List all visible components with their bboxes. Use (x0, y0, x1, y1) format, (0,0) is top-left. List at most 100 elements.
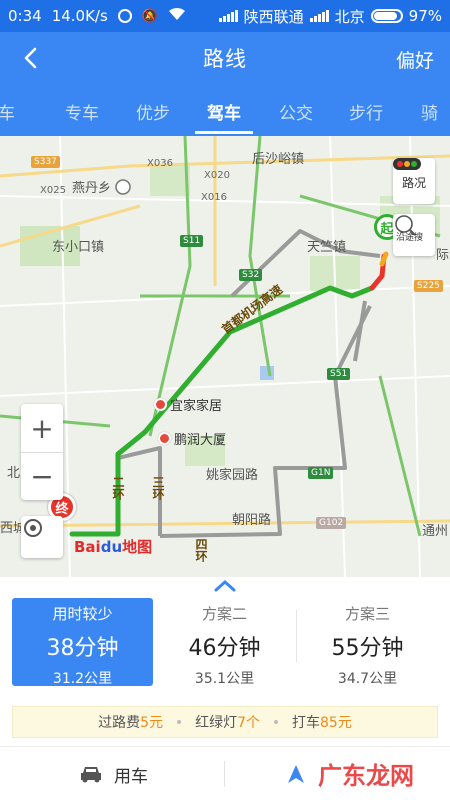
logo-bai: Bai (74, 538, 101, 556)
map-label-bei: 北 (7, 466, 21, 481)
active-tab-indicator (195, 131, 253, 134)
zoom-control: + − (21, 404, 63, 500)
logo-du: du (100, 538, 123, 556)
separator-dot (274, 720, 278, 724)
plan-2-title: 方案二 (201, 605, 247, 623)
traffic-light-icon (393, 158, 421, 170)
bottom-divider (224, 761, 225, 787)
map-label-ring2: 二环 (111, 476, 125, 500)
chevron-up-icon[interactable] (214, 580, 236, 592)
status-time: 0:34 (8, 7, 42, 25)
plan-card-1[interactable]: 用时较少 38分钟 31.2公里 (12, 598, 153, 687)
shield-s11: S11 (180, 235, 204, 247)
shield-g102: G102 (316, 517, 347, 529)
watermark-text: 广东龙网 (318, 762, 414, 790)
logo-map: 地图 (122, 538, 153, 556)
tab-uber[interactable]: 优步 (136, 99, 170, 124)
shield-x025: X025 (40, 185, 66, 196)
traffic-label: 路况 (401, 175, 426, 190)
page-title: 路线 (203, 47, 247, 71)
header-bar: 路线 偏好 (0, 32, 450, 84)
poi-pengrun-label: 鹏润大厦 (174, 433, 227, 448)
toll-info: 过路费5元 (98, 712, 163, 732)
plan-2-time: 46分钟 (188, 636, 261, 661)
baidu-logo: Baidu地图 (74, 536, 152, 557)
plan-1-title: 用时较少 (52, 605, 113, 623)
car-service-button[interactable]: 用车 (80, 747, 148, 800)
plan-3-title: 方案三 (344, 605, 390, 623)
map-label-ring4: 四环 (194, 538, 208, 562)
taxi-info: 打车85元 (292, 712, 352, 732)
tab-transit[interactable]: 公交 (279, 99, 313, 124)
plan-3-distance: 34.7公里 (337, 671, 398, 687)
tab-bike[interactable]: 骑 (421, 99, 438, 124)
search-along-label: 沿途搜 (396, 233, 424, 243)
end-label: 终 (55, 501, 69, 517)
navigate-arrow-icon (288, 765, 304, 783)
transport-tabs: 车 专车 优步 驾车 公交 步行 骑 (0, 84, 450, 136)
battery-level: 97% (408, 7, 442, 25)
zoom-out-button[interactable]: − (21, 452, 63, 500)
lights-label: 红绿灯 (195, 715, 238, 731)
carrier-2: 北京 (334, 7, 365, 26)
map-label-houshayu: 后沙峪镇 (252, 152, 305, 167)
plan-card-3[interactable]: 方案三 55分钟 34.7公里 (297, 598, 438, 687)
shield-s51: S51 (327, 368, 351, 380)
shield-x016: X016 (201, 192, 227, 203)
signal-icon-2 (309, 10, 329, 22)
status-speed: 14.0K/s (51, 7, 108, 25)
toll-label: 过路费 (98, 715, 141, 731)
toll-value: 5元 (140, 715, 164, 731)
plan-2-distance: 35.1公里 (194, 671, 255, 687)
wifi-icon (168, 7, 186, 25)
plan-1-time: 38分钟 (46, 636, 119, 661)
map-label-yandanxiang: 燕丹乡 (72, 181, 112, 196)
status-bar: 0:34 14.0K/s 🔕 陕西联通 北京 97% (0, 0, 450, 32)
poi-ikea[interactable]: 宜家家居 (154, 395, 222, 414)
start-label: 起 (380, 221, 394, 237)
map-label-ji: 际 (436, 248, 450, 263)
carrier-1: 陕西联通 (243, 7, 304, 26)
tab-premier[interactable]: 专车 (65, 99, 99, 124)
search-along-button[interactable]: 沿途搜 (393, 214, 435, 256)
lights-value: 7个 (237, 715, 260, 731)
taxi-value: 85元 (320, 715, 352, 731)
map-label-dongxiaokou: 东小口镇 (52, 240, 105, 255)
plan-3-time: 55分钟 (331, 636, 404, 661)
shield-x020: X020 (204, 170, 230, 181)
shield-s225: S225 (414, 280, 443, 292)
poi-pengrun[interactable]: 鹏润大厦 (158, 429, 226, 448)
back-button[interactable] (18, 42, 48, 74)
traffic-button[interactable]: 路况 (393, 158, 435, 204)
plan-card-2[interactable]: 方案二 46分钟 35.1公里 (154, 598, 295, 687)
zoom-in-button[interactable]: + (21, 404, 63, 452)
poi-pin-icon (158, 432, 171, 445)
navigate-button[interactable] (286, 747, 306, 800)
map-label-tongzhou: 通州 (422, 524, 449, 539)
tab-taxi[interactable]: 车 (0, 99, 15, 124)
hd-icon (117, 9, 132, 23)
route-fees-banner: 过路费5元 红绿灯7个 打车85元 (12, 706, 438, 738)
route-map[interactable]: 燕丹乡 后沙峪镇 东小口镇 天竺镇 际 姚家园路 朝阳路 通州 北 西城 首都机… (0, 136, 450, 577)
battery-icon (370, 9, 403, 23)
map-label-tianzhu: 天竺镇 (307, 240, 347, 255)
plan-1-distance: 31.2公里 (52, 671, 113, 687)
shield-s337: S337 (31, 156, 60, 168)
tab-walk[interactable]: 步行 (349, 99, 383, 124)
app-screen: 0:34 14.0K/s 🔕 陕西联通 北京 97% 路线 偏好 车 专车 优步… (0, 0, 450, 800)
poi-pin-icon (154, 398, 167, 411)
taxi-label: 打车 (292, 715, 320, 731)
lights-info: 红绿灯7个 (195, 712, 260, 732)
tab-drive[interactable]: 驾车 (207, 99, 241, 124)
signal-icon (218, 10, 238, 22)
map-label-yaojiayuan: 姚家园路 (206, 468, 259, 483)
separator-dot (177, 720, 182, 724)
mute-icon: 🔕 (141, 8, 158, 24)
preference-button[interactable]: 偏好 (396, 46, 434, 73)
map-label-chaoyang: 朝阳路 (232, 513, 272, 528)
car-service-label: 用车 (114, 766, 148, 787)
shield-s32: S32 (239, 269, 263, 281)
locate-button[interactable] (21, 516, 63, 558)
car-icon (81, 767, 101, 783)
map-label-ring3: 三环 (151, 476, 165, 500)
